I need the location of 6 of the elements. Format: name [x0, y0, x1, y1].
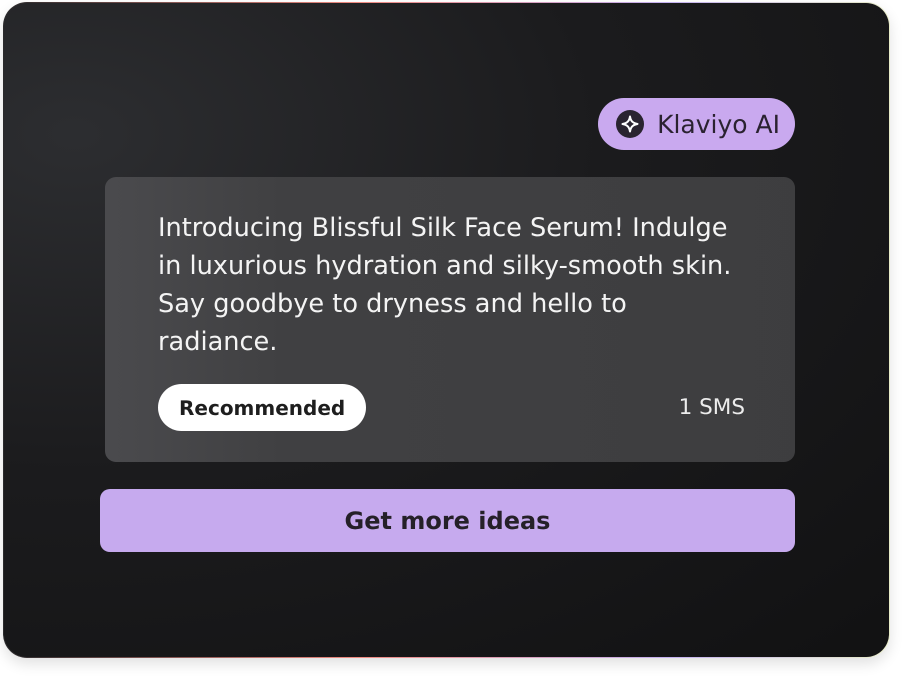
- segment-count: 1 SMS: [678, 395, 745, 420]
- sparkle-icon: [616, 110, 644, 138]
- badge-label: Klaviyo AI: [657, 110, 780, 138]
- action-button[interactable]: Get more ideas: [100, 489, 795, 552]
- message-text: Introducing Blissful Silk Face Serum! Indulge in luxurious hydration and silky-smooth skin. Say goodbye to dryness and hello to radiance.: [158, 212, 732, 359]
- status-tag: Recommended: [158, 384, 366, 431]
